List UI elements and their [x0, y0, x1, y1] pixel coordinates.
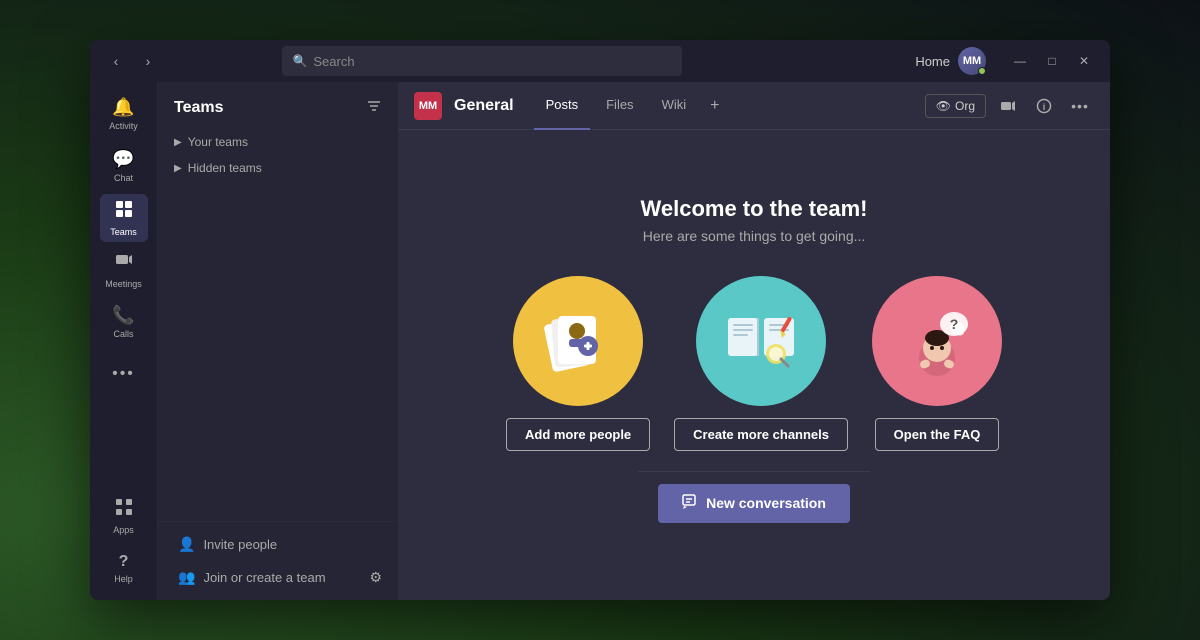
meetings-icon — [114, 251, 134, 276]
add-tab-button[interactable]: + — [702, 97, 727, 115]
help-icon: ? — [119, 553, 129, 571]
svg-text:i: i — [1043, 102, 1046, 112]
more-icon: ••• — [112, 365, 135, 383]
action-cards: Add more people — [506, 276, 1002, 451]
teams-panel: Teams ▶ Your teams ▶ Hidden teams — [158, 82, 398, 600]
sidebar-item-chat[interactable]: 💬 Chat — [100, 142, 148, 190]
chat-icon: 💬 — [112, 149, 134, 170]
sidebar-item-meetings[interactable]: Meetings — [100, 246, 148, 294]
avatar[interactable]: MM — [958, 47, 986, 75]
create-more-channels-button[interactable]: Create more channels — [674, 418, 848, 451]
sidebar-item-teams[interactable]: Teams — [100, 194, 148, 242]
welcome-title: Welcome to the team! — [641, 196, 868, 222]
tab-wiki[interactable]: Wiki — [650, 82, 699, 130]
forward-button[interactable]: › — [134, 47, 162, 75]
calls-icon: 📞 — [112, 305, 134, 326]
open-faq-button[interactable]: Open the FAQ — [875, 418, 1000, 451]
nav-controls: ‹ › — [102, 47, 162, 75]
filter-icon[interactable] — [366, 98, 382, 117]
channel-name: General — [454, 97, 514, 115]
apps-icon — [114, 497, 134, 522]
tab-posts[interactable]: Posts — [534, 82, 591, 130]
close-button[interactable]: ✕ — [1070, 47, 1098, 75]
teams-title: Teams — [174, 99, 224, 117]
home-label: Home — [915, 54, 950, 69]
add-more-people-button[interactable]: Add more people — [506, 418, 650, 451]
video-button[interactable] — [994, 92, 1022, 120]
home-section: Home MM — [915, 47, 986, 75]
channel-area: MM General Posts Files Wiki + 👁 Org — [398, 82, 1110, 600]
search-placeholder: Search — [313, 54, 354, 69]
join-team-item[interactable]: 👥 Join or create a team — [170, 563, 365, 592]
create-channels-card: Create more channels — [674, 276, 848, 451]
add-people-illustration — [513, 276, 643, 406]
add-people-card: Add more people — [506, 276, 650, 451]
new-conversation-button[interactable]: New conversation — [658, 484, 850, 523]
more-options-button[interactable]: ••• — [1066, 92, 1094, 120]
create-channels-illustration — [696, 276, 826, 406]
window-controls: — □ ✕ — [1006, 47, 1098, 75]
hidden-teams-group[interactable]: ▶ Hidden teams — [158, 155, 398, 181]
online-status — [978, 67, 986, 75]
faq-card: ? Open the FAQ — [872, 276, 1002, 451]
teams-footer: 👤 Invite people 👥 Join or create a team … — [158, 521, 398, 600]
channel-header: MM General Posts Files Wiki + 👁 Org — [398, 82, 1110, 130]
join-team-row: 👥 Join or create a team ⚙ — [170, 563, 386, 592]
title-bar: ‹ › 🔍 Search Home MM — □ ✕ — [90, 40, 1110, 82]
back-button[interactable]: ‹ — [102, 47, 130, 75]
your-teams-group[interactable]: ▶ Your teams — [158, 129, 398, 155]
channel-tabs: Posts Files Wiki + — [534, 82, 728, 130]
channel-icon: MM — [414, 92, 442, 120]
join-icon: 👥 — [178, 569, 195, 586]
activity-icon: 🔔 — [112, 97, 134, 118]
settings-icon[interactable]: ⚙ — [365, 565, 386, 590]
invite-icon: 👤 — [178, 536, 195, 553]
minimize-button[interactable]: — — [1006, 47, 1034, 75]
new-conversation-bar: New conversation — [638, 471, 870, 535]
sidebar: 🔔 Activity 💬 Chat Teams — [90, 82, 158, 600]
sidebar-item-help[interactable]: ? Help — [100, 544, 148, 592]
sidebar-item-more[interactable]: ••• — [100, 350, 148, 398]
org-eye-icon: 👁 — [936, 99, 951, 113]
welcome-content: Welcome to the team! Here are some thing… — [398, 130, 1110, 600]
app-window: ‹ › 🔍 Search Home MM — □ ✕ 🔔 Activity — [90, 40, 1110, 600]
maximize-button[interactable]: □ — [1038, 47, 1066, 75]
new-conv-icon — [682, 494, 698, 513]
info-button[interactable]: i — [1030, 92, 1058, 120]
teams-icon — [114, 199, 134, 224]
sidebar-item-activity[interactable]: 🔔 Activity — [100, 90, 148, 138]
teams-header: Teams — [158, 82, 398, 125]
caret-icon: ▶ — [174, 163, 182, 174]
sidebar-item-apps[interactable]: Apps — [100, 492, 148, 540]
welcome-subtitle: Here are some things to get going... — [643, 228, 866, 244]
faq-illustration: ? — [872, 276, 1002, 406]
main-area: 🔔 Activity 💬 Chat Teams — [90, 82, 1110, 600]
tab-files[interactable]: Files — [594, 82, 645, 130]
sidebar-item-calls[interactable]: 📞 Calls — [100, 298, 148, 346]
invite-people-item[interactable]: 👤 Invite people — [170, 530, 386, 559]
search-bar[interactable]: 🔍 Search — [282, 46, 682, 76]
svg-text:?: ? — [950, 316, 959, 332]
channel-actions: 👁 Org i ••• — [925, 92, 1094, 120]
teams-nav: ▶ Your teams ▶ Hidden teams — [158, 125, 398, 521]
search-icon: 🔍 — [292, 54, 307, 68]
caret-icon: ▶ — [174, 137, 182, 148]
org-button[interactable]: 👁 Org — [925, 94, 986, 118]
